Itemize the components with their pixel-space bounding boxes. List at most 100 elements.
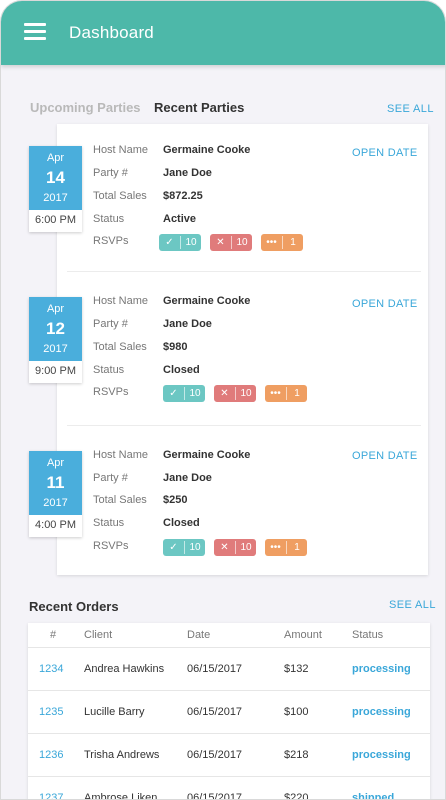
party-number-label: Party # [93, 167, 128, 179]
status-value: Closed [163, 517, 200, 529]
rsvps-label: RSVPs [93, 540, 129, 552]
order-client: Andrea Hawkins [84, 663, 165, 675]
open-date-link[interactable]: OPEN DATE [352, 147, 417, 159]
rsvp-no-count: 10 [236, 237, 248, 248]
host-name-label: Host Name [93, 144, 149, 156]
close-icon: ✕ [220, 542, 229, 553]
order-number-link[interactable]: 1236 [39, 749, 63, 761]
order-date: 06/15/2017 [187, 792, 243, 800]
party-divider [67, 425, 421, 426]
close-icon: ✕ [216, 237, 225, 248]
party-year: 2017 [43, 192, 68, 204]
column-header-date: Date [187, 629, 211, 641]
party-year: 2017 [43, 497, 68, 509]
total-sales-value: $250 [163, 494, 188, 506]
order-client: Trisha Andrews [84, 749, 160, 761]
column-header-amount: Amount [284, 629, 322, 641]
party-date-badge: Apr 11 2017 4:00 PM [29, 451, 82, 537]
host-name-value: Germaine Cooke [163, 449, 251, 461]
order-number-link[interactable]: 1237 [39, 792, 63, 799]
rsvp-no-badge[interactable]: ✕ 10 [214, 539, 256, 556]
host-name-label: Host Name [93, 295, 149, 307]
host-name-value: Germaine Cooke [163, 295, 251, 307]
rsvp-no-badge[interactable]: ✕ 10 [214, 385, 256, 402]
open-date-link[interactable]: OPEN DATE [352, 298, 417, 310]
table-row[interactable]: 1234 Andrea Hawkins 06/15/2017 $132 proc… [28, 647, 430, 690]
party-day: 11 [46, 473, 65, 492]
order-amount: $220 [284, 792, 309, 800]
party-month: Apr [46, 152, 65, 164]
party-year: 2017 [43, 343, 68, 355]
party-divider [67, 271, 421, 272]
total-sales-value: $980 [163, 341, 188, 353]
status-label: Status [93, 213, 125, 225]
party-month: Apr [46, 303, 65, 315]
column-header-client: Client [84, 629, 113, 641]
party-day: 12 [46, 319, 65, 338]
order-amount: $218 [284, 749, 309, 761]
party-date-badge: Apr 12 2017 9:00 PM [29, 297, 82, 383]
status-label: Status [93, 517, 125, 529]
party-number-label: Party # [93, 318, 128, 330]
check-icon: ✓ [165, 237, 174, 248]
column-header-number: # [50, 629, 57, 641]
host-name-value: Germaine Cooke [163, 144, 251, 156]
rsvp-yes-badge[interactable]: ✓ 10 [163, 385, 205, 402]
open-date-link[interactable]: OPEN DATE [352, 450, 417, 462]
rsvp-maybe-badge[interactable]: ••• 1 [265, 539, 307, 556]
app-frame: Dashboard Upcoming Parties Recent Partie… [0, 0, 446, 800]
order-status: shipped [352, 792, 395, 800]
tab-recent-parties[interactable]: Recent Parties [154, 100, 244, 115]
tab-upcoming-parties[interactable]: Upcoming Parties [30, 100, 141, 115]
rsvp-no-count: 10 [240, 388, 252, 399]
status-value: Closed [163, 364, 200, 376]
order-amount: $100 [284, 706, 309, 718]
party-day: 14 [46, 168, 65, 187]
order-date: 06/15/2017 [187, 749, 243, 761]
order-number-link[interactable]: 1234 [39, 663, 63, 675]
order-status: processing [352, 749, 411, 761]
order-status: processing [352, 663, 411, 675]
order-amount: $132 [284, 663, 309, 675]
rsvp-yes-count: 10 [185, 237, 197, 248]
see-all-parties-link[interactable]: SEE ALL [387, 103, 434, 115]
app-title: Dashboard [69, 23, 154, 42]
rsvp-maybe-count: 1 [294, 542, 300, 553]
rsvp-maybe-count: 1 [290, 237, 296, 248]
rsvp-yes-badge[interactable]: ✓ 10 [163, 539, 205, 556]
host-name-label: Host Name [93, 449, 149, 461]
party-number-value: Jane Doe [163, 167, 212, 179]
table-row[interactable]: 1237 Ambrose Liken 06/15/2017 $220 shipp… [28, 776, 430, 800]
total-sales-value: $872.25 [163, 190, 203, 202]
more-icon: ••• [270, 542, 281, 553]
rsvp-no-badge[interactable]: ✕ 10 [210, 234, 252, 251]
rsvp-maybe-badge[interactable]: ••• 1 [265, 385, 307, 402]
rsvp-maybe-badge[interactable]: ••• 1 [261, 234, 303, 251]
more-icon: ••• [270, 388, 281, 399]
column-header-status: Status [352, 629, 384, 641]
close-icon: ✕ [220, 388, 229, 399]
order-number-link[interactable]: 1235 [39, 706, 63, 718]
hamburger-icon[interactable] [24, 23, 46, 41]
order-client: Ambrose Liken [84, 792, 158, 800]
status-value: Active [163, 213, 197, 225]
rsvp-maybe-count: 1 [294, 388, 300, 399]
order-date: 06/15/2017 [187, 663, 243, 675]
order-date: 06/15/2017 [187, 706, 243, 718]
party-time: 9:00 PM [35, 365, 76, 377]
order-client: Lucille Barry [84, 706, 145, 718]
table-row[interactable]: 1235 Lucille Barry 06/15/2017 $100 proce… [28, 690, 430, 733]
see-all-orders-link[interactable]: SEE ALL [389, 599, 436, 611]
check-icon: ✓ [169, 542, 178, 553]
total-sales-label: Total Sales [93, 494, 147, 506]
rsvps-label: RSVPs [93, 386, 129, 398]
check-icon: ✓ [169, 388, 178, 399]
status-label: Status [93, 364, 125, 376]
order-status: processing [352, 706, 411, 718]
party-time: 6:00 PM [35, 214, 76, 226]
rsvp-yes-badge[interactable]: ✓ 10 [159, 234, 201, 251]
party-date-badge: Apr 14 2017 6:00 PM [29, 146, 82, 232]
rsvps-label: RSVPs [93, 235, 129, 247]
total-sales-label: Total Sales [93, 190, 147, 202]
table-row[interactable]: 1236 Trisha Andrews 06/15/2017 $218 proc… [28, 733, 430, 776]
